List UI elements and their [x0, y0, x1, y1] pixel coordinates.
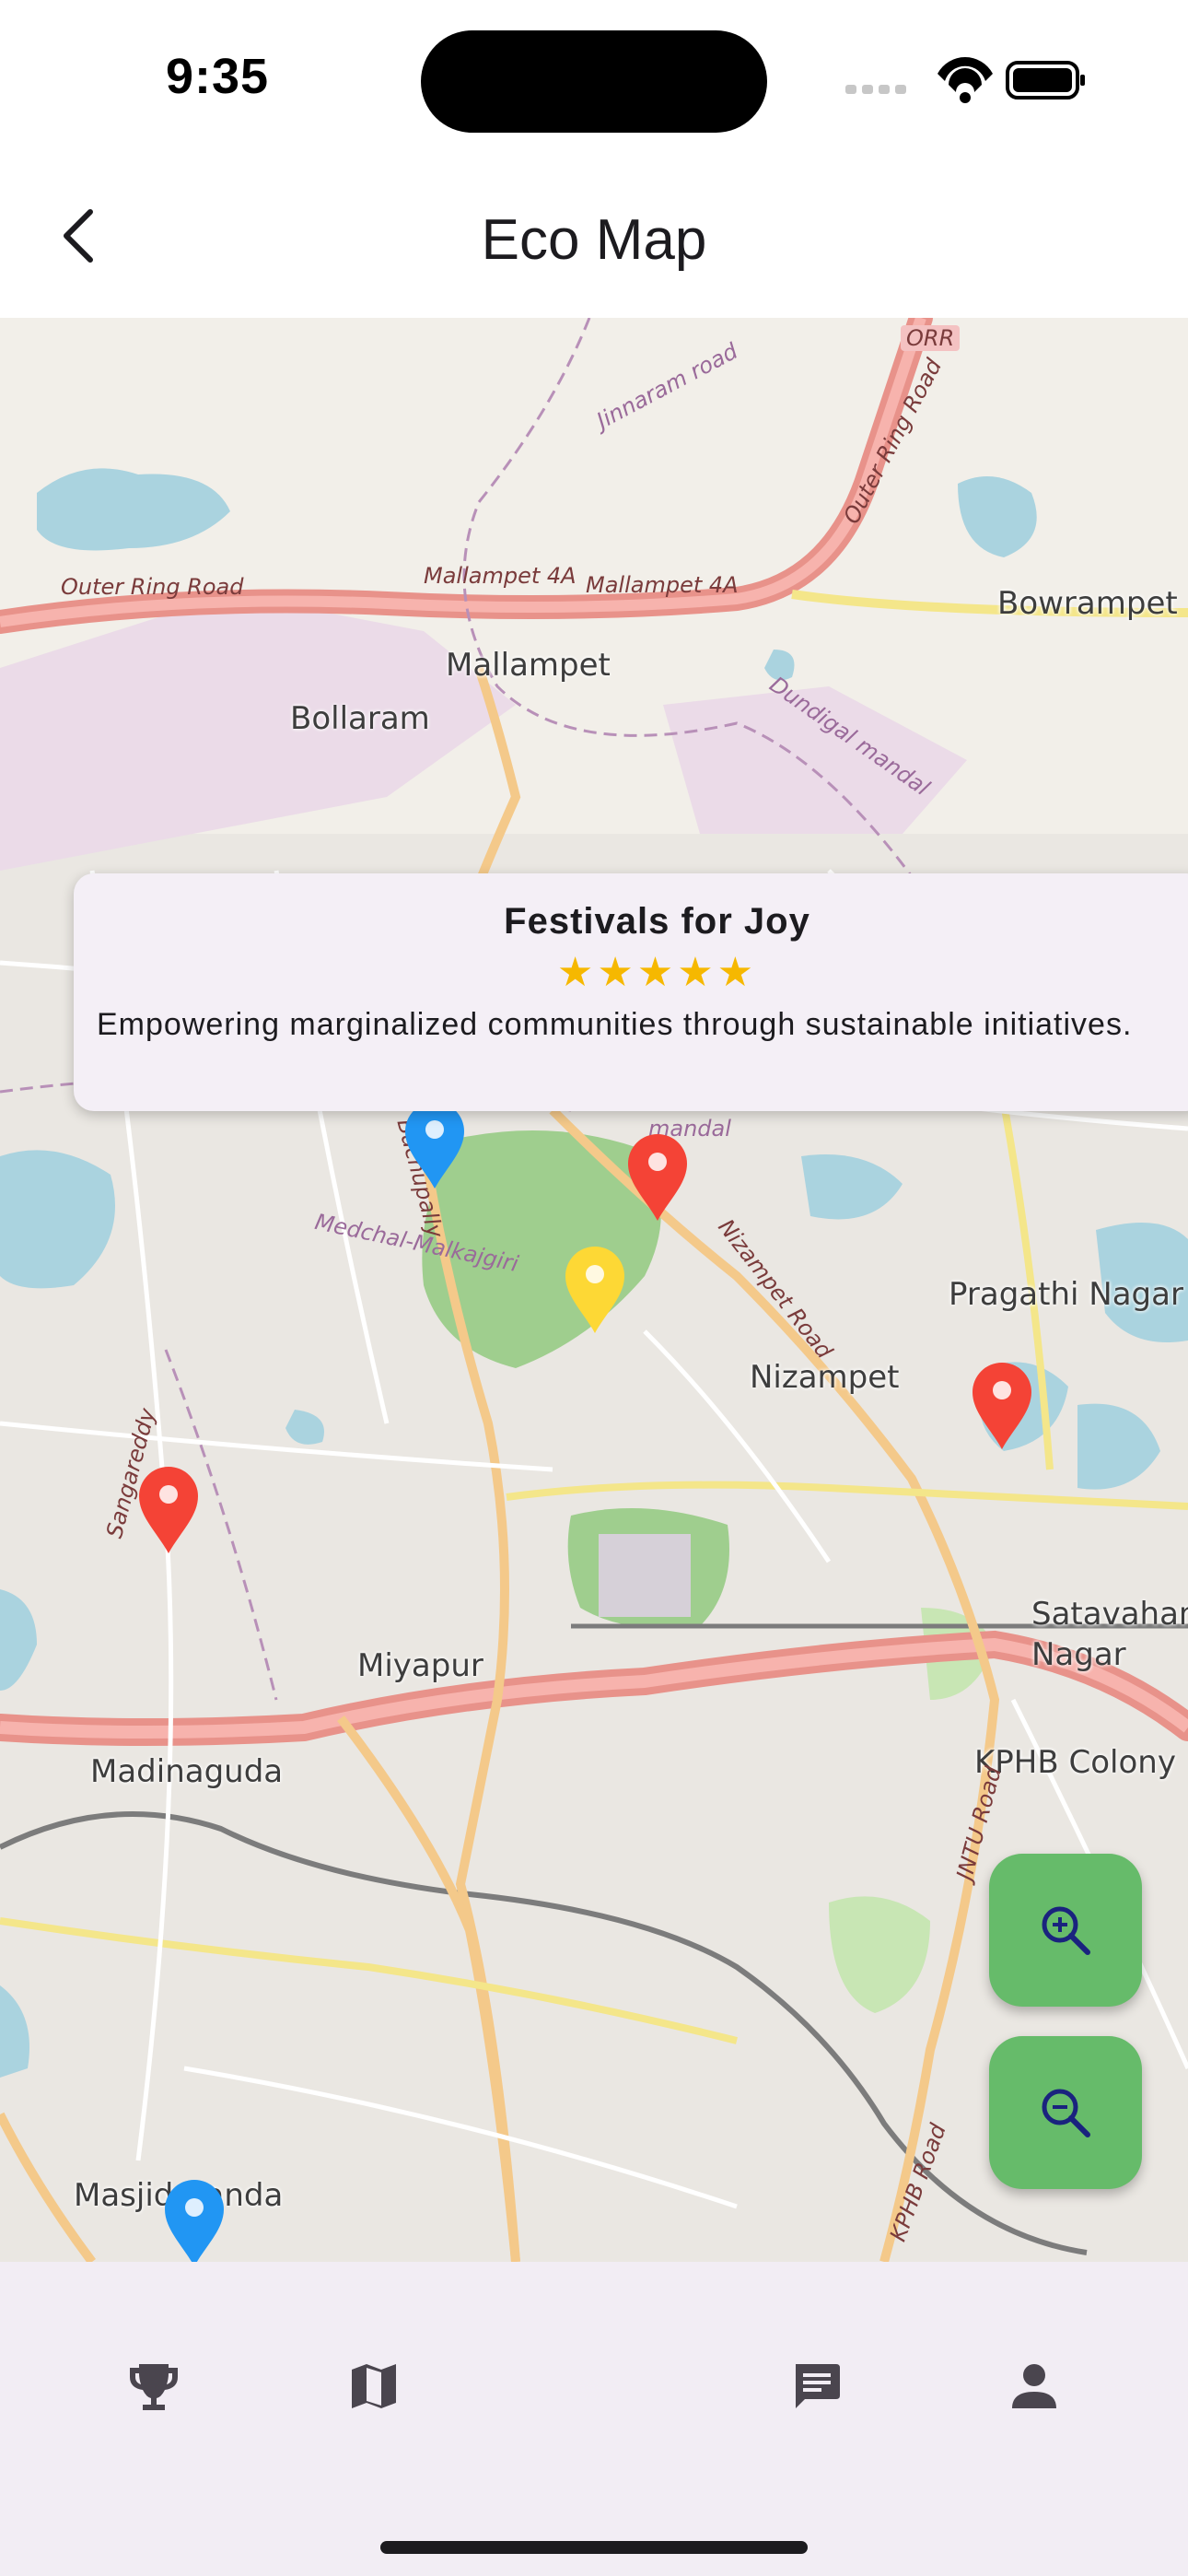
map-label-nizampet: Nizampet [750, 1359, 900, 1396]
status-bar: 9:35 [0, 0, 1188, 157]
road-label-mallampet-4a: Mallampet 4A [424, 563, 577, 589]
map-icon [352, 2364, 396, 2408]
pin-body [973, 1363, 1031, 1449]
map-label-pragathi-nagar: Pragathi Nagar [949, 1276, 1183, 1313]
nav-item-map[interactable] [337, 2349, 411, 2423]
road-label-orr: ORR [901, 325, 961, 351]
map-pin-yellow-1[interactable] [562, 1243, 628, 1335]
road-label-mallampet-4a-2: Mallampet 4A [586, 572, 739, 598]
map-pin-blue-1[interactable] [402, 1098, 468, 1190]
pin-body [165, 2180, 224, 2262]
road-label-outer-ring-road: Outer Ring Road [61, 574, 244, 600]
status-icons [845, 57, 1085, 103]
map-label-miyapur: Miyapur [357, 1647, 483, 1684]
nav-item-chat[interactable] [779, 2349, 853, 2423]
pin-body [405, 1102, 464, 1188]
pin-body [139, 1467, 198, 1553]
pin-body [565, 1247, 624, 1333]
zoom-out-icon [1042, 2089, 1090, 2137]
zoom-out-button[interactable] [989, 2036, 1142, 2189]
page-title: Eco Map [481, 208, 707, 272]
battery-icon [1006, 61, 1085, 100]
wifi-icon [938, 57, 993, 103]
map-pin-red-2[interactable] [969, 1359, 1035, 1451]
zoom-in-button[interactable] [989, 1854, 1142, 2007]
info-card-title: Festivals for Joy [504, 901, 810, 942]
map-label-bowrampet: Bowrampet [997, 585, 1178, 622]
nav-item-profile[interactable] [997, 2349, 1071, 2423]
home-indicator[interactable] [380, 2541, 808, 2554]
info-card[interactable]: Festivals for Joy ★★★★★ Empowering margi… [74, 873, 1188, 1111]
pin-body [628, 1134, 687, 1221]
rating-stars: ★★★★★ [556, 950, 758, 995]
bottom-nav [0, 2262, 1188, 2576]
trophy-icon [130, 2364, 178, 2410]
map-view[interactable]: Bowrampet Mallampet Bollaram Pragathi Na… [0, 318, 1188, 2262]
zoom-in-icon [1042, 1906, 1090, 1955]
map-label-madinaguda: Madinaguda [90, 1753, 284, 1790]
map-label-mallampet: Mallampet [446, 647, 611, 684]
map-pin-red-3[interactable] [135, 1463, 202, 1555]
signal-icon [845, 85, 906, 94]
map-label-bollaram: Bollaram [290, 700, 430, 737]
person-icon [1012, 2364, 1056, 2408]
chat-icon [796, 2364, 840, 2408]
status-time: 9:35 [166, 49, 270, 104]
map-pin-blue-2[interactable] [161, 2176, 227, 2262]
dynamic-island [421, 30, 767, 133]
info-card-description: Empowering marginalized communities thro… [97, 1007, 1133, 1042]
map-pin-red-1[interactable] [624, 1130, 691, 1223]
map-label-satavahana-nagar: Satavahana Nagar [1031, 1596, 1188, 1673]
nav-item-achievements[interactable] [117, 2349, 191, 2423]
app-bar: Eco Map [0, 157, 1188, 318]
